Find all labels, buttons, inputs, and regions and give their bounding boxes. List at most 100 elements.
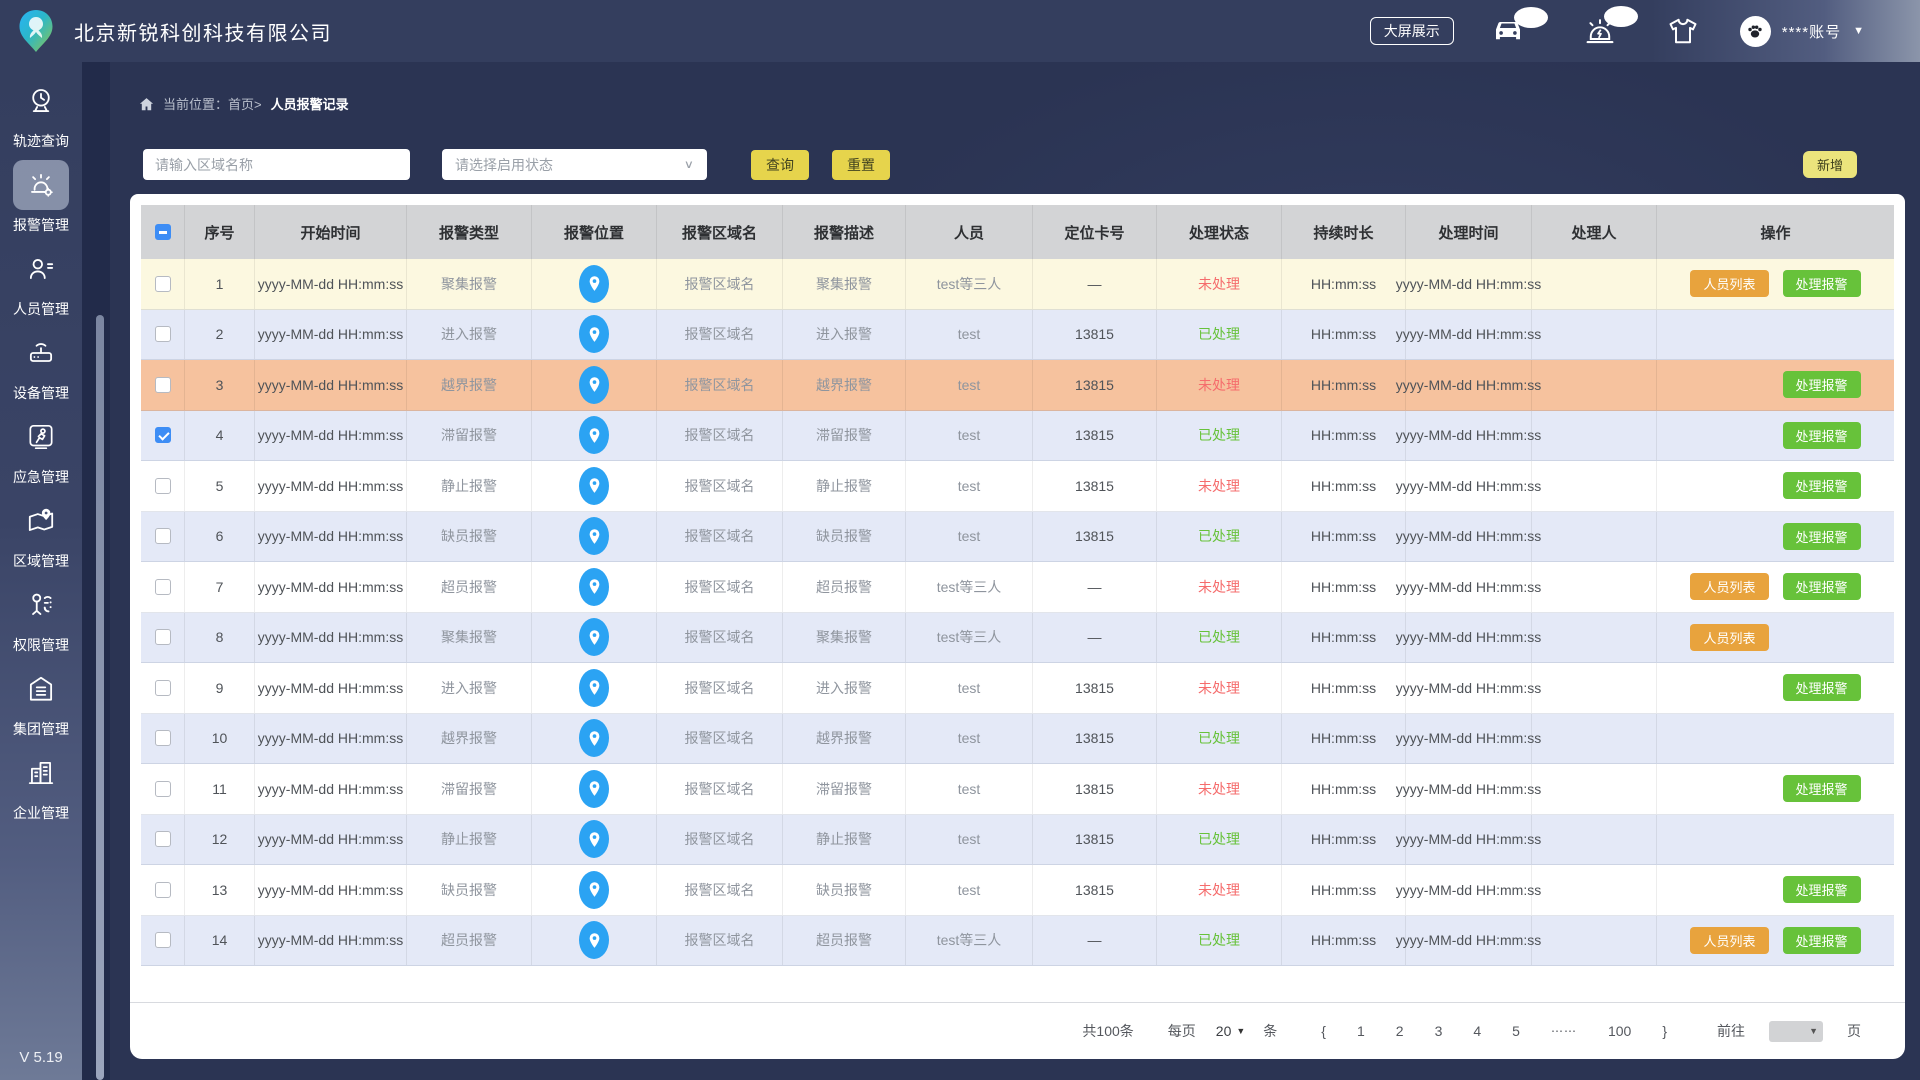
page-number[interactable]: 3 (1435, 1023, 1443, 1039)
last-page-number[interactable]: 100 (1608, 1023, 1631, 1039)
next-page-button[interactable]: } (1662, 1023, 1667, 1039)
sidebar-item-personnel-management[interactable]: 人员管理 (0, 244, 82, 328)
location-pin-icon[interactable] (579, 668, 609, 707)
handle-alarm-button[interactable]: 处理报警 (1782, 926, 1861, 954)
row-checkbox[interactable] (154, 376, 171, 393)
row-checkbox[interactable] (154, 477, 171, 494)
row-checkbox[interactable] (154, 578, 171, 595)
row-checkbox[interactable] (154, 629, 171, 646)
row-checkbox[interactable] (154, 881, 171, 898)
alarm-bell-icon[interactable] (1584, 6, 1638, 46)
handle-alarm-button[interactable]: 处理报警 (1782, 775, 1861, 803)
cell-alarm-location (532, 915, 657, 965)
location-pin-icon[interactable] (579, 517, 609, 556)
user-avatar[interactable] (1739, 15, 1771, 47)
sidebar-item-permission-management[interactable]: 权限管理 (0, 580, 82, 664)
location-pin-icon[interactable] (579, 416, 609, 455)
handle-alarm-button[interactable]: 处理报警 (1782, 371, 1861, 399)
location-pin-icon[interactable] (579, 466, 609, 505)
location-pin-icon[interactable] (579, 921, 609, 960)
cell-alarm-type: 聚集报警 (407, 259, 532, 309)
handle-alarm-button[interactable]: 处理报警 (1782, 421, 1861, 449)
location-pin-icon[interactable] (579, 769, 609, 808)
location-pin-icon[interactable] (579, 820, 609, 859)
row-checkbox[interactable] (154, 427, 171, 444)
account-caret-icon[interactable]: ▼ (1853, 25, 1864, 37)
page-number[interactable]: 1 (1357, 1023, 1365, 1039)
tshirt-icon[interactable] (1668, 17, 1698, 45)
goto-page-select[interactable]: ▼ (1769, 1020, 1823, 1042)
enterprise-buildings-icon (28, 761, 54, 785)
cell-card-number: 13815 (1033, 309, 1157, 359)
table-row: 1 yyyy-MM-dd HH:mm:ss 聚集报警 报警区域名 聚集报警 te… (141, 259, 1894, 310)
select-all-checkbox[interactable] (154, 224, 171, 240)
sidebar-item-alarm-management[interactable]: 报警管理 (0, 160, 82, 244)
page-number[interactable]: 2 (1396, 1023, 1404, 1039)
sidebar-item-group-management[interactable]: 集团管理 (0, 664, 82, 748)
handle-alarm-button[interactable]: 处理报警 (1782, 522, 1861, 550)
sidebar-scrollbar[interactable] (96, 315, 104, 1080)
row-checkbox[interactable] (154, 730, 171, 747)
sidebar-item-emergency-management[interactable]: 应急管理 (0, 412, 82, 496)
topbar-actions: 大屏展示 ****账号 ▼ (1369, 6, 1920, 47)
sidebar-item-track-query[interactable]: 轨迹查询 (0, 76, 82, 160)
cell-actions: 人员列表 处理报警 (1657, 461, 1894, 511)
person-list-button[interactable]: 人员列表 (1690, 270, 1769, 298)
row-checkbox[interactable] (154, 831, 171, 848)
location-pin-icon[interactable] (579, 719, 609, 758)
sidebar-item-device-management[interactable]: 设备管理 (0, 328, 82, 412)
cell-actions: 人员列表 处理报警 (1657, 310, 1894, 360)
cell-alarm-area: 报警区域名 (657, 915, 783, 965)
big-screen-button[interactable]: 大屏展示 (1369, 17, 1454, 45)
cell-alarm-area: 报警区域名 (657, 360, 783, 410)
column-header: 操作 (1760, 224, 1791, 242)
vehicle-icon[interactable] (1490, 7, 1548, 45)
location-pin-icon[interactable] (579, 315, 609, 354)
cell-alarm-type: 滞留报警 (407, 410, 532, 460)
top-bar: 北京新锐科创科技有限公司 大屏展示 ****账号 ▼ (0, 0, 1920, 62)
location-pin-icon[interactable] (579, 618, 609, 657)
row-checkbox[interactable] (154, 326, 171, 343)
cell-alarm-location (532, 259, 657, 309)
add-button[interactable]: 新增 (1802, 151, 1857, 178)
page-number[interactable]: 5 (1512, 1023, 1520, 1039)
cell-handler (1532, 915, 1657, 965)
chevron-down-icon: ∨ (683, 157, 694, 171)
location-pin-icon[interactable] (579, 567, 609, 606)
location-pin-icon[interactable] (579, 870, 609, 909)
company-logo-icon (14, 7, 58, 55)
cell-handle-time: yyyy-MM-dd HH:mm:ss (1396, 562, 1541, 612)
person-list-button[interactable]: 人员列表 (1690, 573, 1769, 601)
enable-status-select[interactable]: 请选择启用状态 ∨ (442, 149, 707, 180)
cell-handle-time: yyyy-MM-dd HH:mm:ss (1396, 410, 1541, 460)
handle-alarm-button[interactable]: 处理报警 (1782, 876, 1861, 904)
cell-card-number: 13815 (1033, 410, 1157, 460)
prev-page-button[interactable]: { (1321, 1023, 1326, 1039)
search-button[interactable]: 查询 (751, 149, 809, 180)
row-checkbox[interactable] (154, 780, 171, 797)
sidebar-item-enterprise-management[interactable]: 企业管理 (0, 748, 82, 832)
account-name[interactable]: ****账号 (1782, 21, 1841, 42)
cell-index: 14 (185, 915, 255, 965)
sidebar-item-region-management[interactable]: 区域管理 (0, 496, 82, 580)
row-checkbox[interactable] (154, 528, 171, 545)
per-page-select[interactable]: 20 ▼ (1216, 1023, 1246, 1039)
cell-start-time: yyyy-MM-dd HH:mm:ss (255, 612, 407, 662)
cell-alarm-desc: 静止报警 (783, 461, 906, 511)
location-pin-icon[interactable] (579, 264, 609, 303)
page-number[interactable]: 4 (1473, 1023, 1481, 1039)
handle-alarm-button[interactable]: 处理报警 (1782, 270, 1861, 298)
handle-alarm-button[interactable]: 处理报警 (1782, 573, 1861, 601)
handle-alarm-button[interactable]: 处理报警 (1782, 674, 1861, 702)
area-name-input[interactable] (143, 149, 410, 180)
row-checkbox[interactable] (154, 275, 171, 292)
handle-alarm-button[interactable]: 处理报警 (1782, 472, 1861, 500)
row-checkbox[interactable] (154, 932, 171, 949)
row-checkbox[interactable] (154, 679, 171, 696)
cell-duration: HH:mm:ss (1282, 814, 1406, 864)
cell-alarm-location (532, 764, 657, 814)
location-pin-icon[interactable] (579, 365, 609, 404)
person-list-button[interactable]: 人员列表 (1690, 926, 1769, 954)
person-list-button[interactable]: 人员列表 (1690, 623, 1769, 651)
reset-button[interactable]: 重置 (832, 149, 890, 180)
